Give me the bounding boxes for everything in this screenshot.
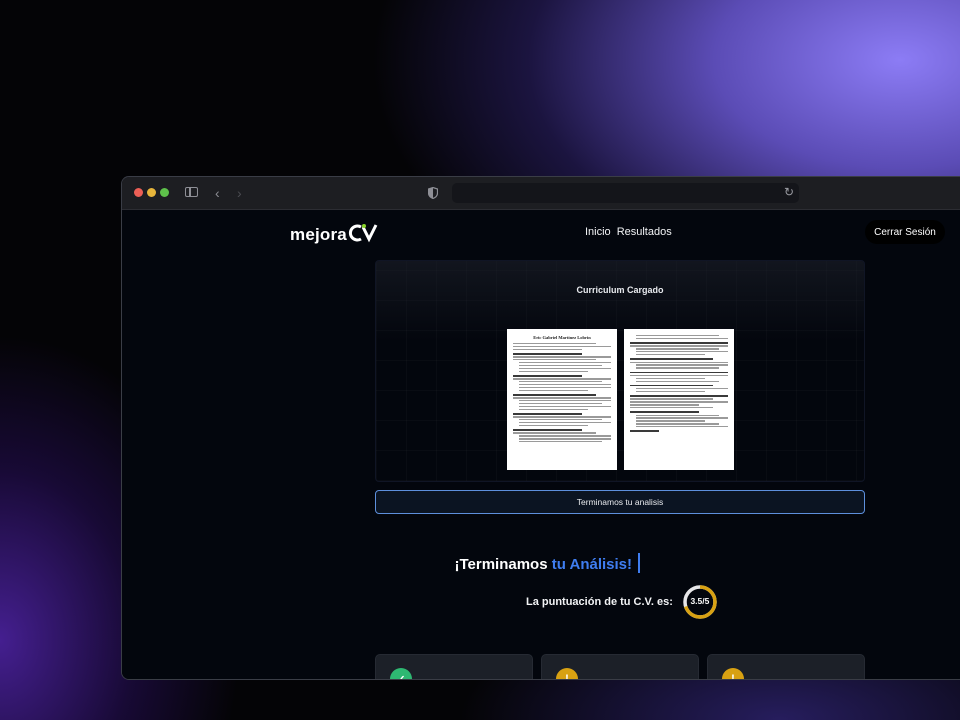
address-bar[interactable]: ↻ — [452, 183, 799, 203]
main-nav: Inicio Resultados — [585, 226, 672, 238]
result-heading-accent: tu Análisis! — [551, 556, 633, 574]
score-ring: 3.5/5 — [682, 584, 718, 620]
cv-page-1-thumbnail[interactable]: Eric Gabriel Martinez Lobrin — [507, 329, 617, 470]
maximize-window-button[interactable] — [160, 188, 169, 197]
browser-window: ‹ › ↻ mejora Inicio Resultados Cerrar Se… — [121, 176, 960, 680]
cv-page-2-thumbnail[interactable] — [624, 329, 734, 470]
logo-text: mejora — [290, 225, 347, 244]
logout-button[interactable]: Cerrar Sesión — [865, 220, 945, 244]
nav-item-inicio[interactable]: Inicio — [585, 226, 611, 238]
sidebar-toggle-icon[interactable] — [185, 187, 198, 197]
close-window-button[interactable] — [134, 188, 143, 197]
score-row: La puntuación de tu C.V. es: 3.5/5 — [526, 584, 718, 620]
logo-cv-mark — [348, 223, 378, 248]
result-card-1[interactable]: ✓ — [375, 654, 533, 679]
result-card-2[interactable]: ! — [541, 654, 699, 679]
reload-icon[interactable]: ↻ — [784, 185, 794, 199]
warning-icon: ! — [722, 668, 744, 679]
warning-icon: ! — [556, 668, 578, 679]
forward-arrow-icon[interactable]: › — [237, 185, 242, 201]
typing-cursor — [638, 553, 640, 574]
uploaded-cv-panel: Curriculum Cargado Eric Gabriel Martinez… — [375, 260, 865, 482]
check-icon: ✓ — [390, 668, 412, 679]
back-arrow-icon[interactable]: ‹ — [215, 185, 220, 201]
result-card-3[interactable]: ! — [707, 654, 865, 679]
result-heading: ¡Terminamos tu Análisis! — [122, 553, 960, 574]
result-heading-main: ¡Terminamos — [454, 556, 548, 574]
mejoracv-logo[interactable]: mejora — [290, 220, 378, 250]
analysis-status-bar: Terminamos tu analisis — [375, 490, 865, 514]
cv-document-name: Eric Gabriel Martinez Lobrin — [533, 335, 591, 340]
score-label: La puntuación de tu C.V. es: — [526, 596, 673, 608]
web-page: mejora Inicio Resultados Cerrar Sesión C… — [122, 210, 960, 679]
score-value: 3.5/5 — [690, 596, 710, 606]
minimize-window-button[interactable] — [147, 188, 156, 197]
cv-panel-title: Curriculum Cargado — [576, 285, 664, 295]
browser-titlebar: ‹ › ↻ — [122, 177, 960, 210]
nav-item-resultados[interactable]: Resultados — [617, 226, 672, 238]
shield-icon[interactable] — [427, 186, 439, 200]
